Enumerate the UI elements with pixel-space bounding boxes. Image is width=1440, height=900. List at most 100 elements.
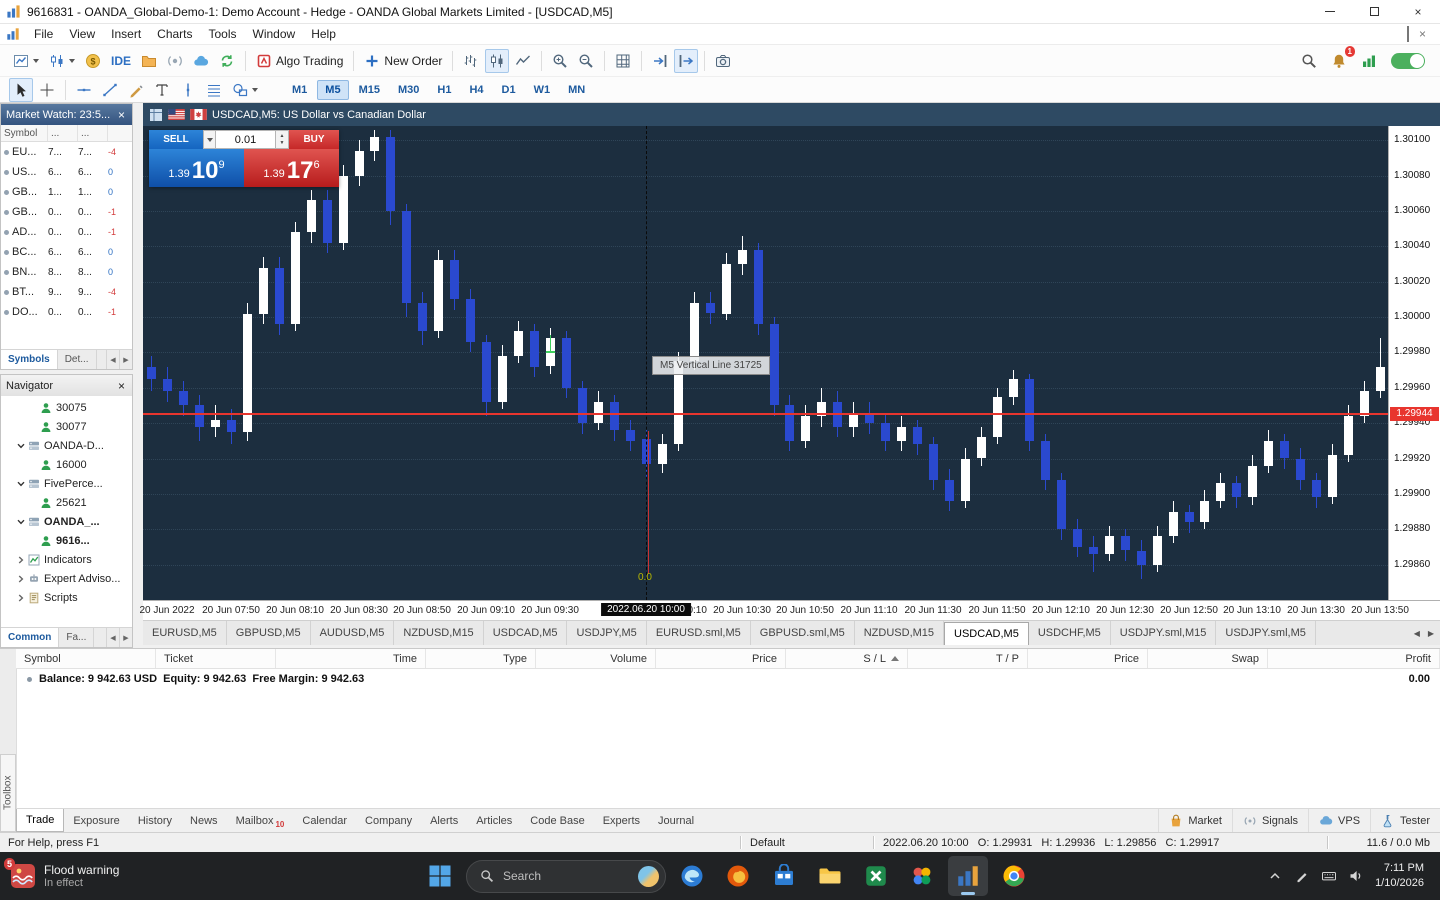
buy-button[interactable]: BUY <box>289 130 339 149</box>
price-scale[interactable]: 1.30100 1.30080 1.30060 1.30040 1.30020 1.300… <box>1388 126 1440 600</box>
chevron-down-icon[interactable] <box>16 441 27 451</box>
toolbox-side-label[interactable]: Toolbox <box>0 754 16 832</box>
timeframe-m15[interactable]: M15 <box>351 80 388 100</box>
timeframe-h1[interactable]: H1 <box>429 80 459 100</box>
zoom-in-button[interactable] <box>548 49 572 73</box>
navigator-item-indicators[interactable]: Indicators <box>1 550 132 569</box>
crosshair-button[interactable] <box>35 78 59 102</box>
chart-tab-usdcad-m5[interactable]: USDCAD,M5 <box>484 621 568 645</box>
chart-tab-usdchf-m5[interactable]: USDCHF,M5 <box>1029 621 1111 645</box>
bell-button[interactable]: 1 <box>1327 45 1355 73</box>
navigator-item-oanda[interactable]: OANDA_... <box>1 512 132 531</box>
market-watch-row-AD[interactable]: AD... 0... 0... -1 <box>1 222 132 242</box>
navigator-item-scripts[interactable]: Scripts <box>1 588 132 607</box>
tab-scroll-left-icon[interactable]: ◀ <box>106 628 119 647</box>
timeframe-mn[interactable]: MN <box>560 80 593 100</box>
navigator-item-oandad[interactable]: OANDA-D... <box>1 436 132 455</box>
menu-tools[interactable]: Tools <box>201 26 245 42</box>
menu-file[interactable]: File <box>26 26 61 42</box>
child-restore-button[interactable] <box>1406 26 1409 42</box>
column-header-price[interactable]: Price <box>1028 649 1148 668</box>
chart-tab-gbpusd-m5[interactable]: GBPUSD,M5 <box>227 621 311 645</box>
chart-tab-eurusd-m5[interactable]: EURUSD,M5 <box>143 621 227 645</box>
sell-button[interactable]: SELL <box>149 130 203 149</box>
line-chart-button[interactable] <box>511 49 535 73</box>
start-button[interactable] <box>420 856 460 896</box>
chart-tab-nzdusd-m15[interactable]: NZDUSD,M15 <box>394 621 484 645</box>
chevron-down-icon[interactable] <box>16 479 27 489</box>
column-header-type[interactable]: Type <box>426 649 536 668</box>
text-tool-button[interactable] <box>150 78 174 102</box>
pen-icon[interactable] <box>1294 868 1310 884</box>
chart-list-button[interactable] <box>9 49 43 73</box>
close-button[interactable]: × <box>1396 0 1440 23</box>
toolbox-tab-news[interactable]: News <box>181 809 227 832</box>
chart-tab-eurusd-sml-m5[interactable]: EURUSD.sml,M5 <box>647 621 751 645</box>
market-watch-tab-det[interactable]: Det... <box>58 350 97 369</box>
menu-charts[interactable]: Charts <box>149 26 200 42</box>
green-chart-button[interactable] <box>1357 49 1381 73</box>
navigator-item-30075[interactable]: 30075 <box>1 398 132 417</box>
signals-button[interactable]: Signals <box>1231 809 1308 832</box>
toolbox-tab-mailbox[interactable]: Mailbox 10 <box>227 809 294 832</box>
toolbox-tab-calendar[interactable]: Calendar <box>293 809 356 832</box>
column-header-time[interactable]: Time <box>276 649 426 668</box>
chart-tab-gbpusd-sml-m5[interactable]: GBPUSD.sml,M5 <box>751 621 855 645</box>
tab-scroll-left-icon[interactable]: ◀ <box>106 350 119 369</box>
navigator-tab-common[interactable]: Common <box>1 628 60 647</box>
time-scale[interactable]: 20 Jun 2022 20 Jun 07:50 20 Jun 08:10 20 Ju… <box>139 600 1440 620</box>
trendline-tool-button[interactable] <box>98 78 122 102</box>
toolbox-tab-exposure[interactable]: Exposure <box>64 809 128 832</box>
market-watch-column-header[interactable]: ... <box>48 125 78 141</box>
camera-button[interactable] <box>711 49 735 73</box>
toolbox-tab-experts[interactable]: Experts <box>594 809 649 832</box>
navigator-item-9616[interactable]: 9616... <box>1 531 132 550</box>
cloud-button[interactable] <box>189 49 213 73</box>
auto-scroll-button[interactable] <box>648 49 672 73</box>
chart-shift-button[interactable] <box>674 48 699 73</box>
chart-plot[interactable]: SELL 0.01 ▲ ▼ BUY 1.39 10 9 1.39 17 6 M5… <box>143 126 1388 600</box>
chrome-taskbar-icon[interactable] <box>994 856 1034 896</box>
child-close-button[interactable]: × <box>1419 27 1426 41</box>
sell-price[interactable]: 1.39 10 9 <box>149 149 244 187</box>
timeframe-w1[interactable]: W1 <box>526 80 559 100</box>
menu-window[interactable]: Window <box>245 26 304 42</box>
chevron-right-icon[interactable] <box>16 574 27 584</box>
tester-button[interactable]: Tester <box>1370 809 1440 832</box>
ide-button[interactable]: IDE <box>107 49 135 73</box>
navigator-item-fiveperce[interactable]: FivePerce... <box>1 474 132 493</box>
dollar-button[interactable]: $ <box>81 49 105 73</box>
new-order-button[interactable]: New Order <box>360 49 446 73</box>
tab-scroll-right-icon[interactable]: ▶ <box>119 350 132 369</box>
volume-input[interactable]: 0.01 <box>216 130 276 149</box>
search-button[interactable] <box>1297 49 1321 73</box>
search-highlight-image[interactable] <box>638 865 659 887</box>
chart-tab-usdjpy-sml-m15[interactable]: USDJPY.sml,M15 <box>1111 621 1217 645</box>
column-header-swap[interactable]: Swap <box>1148 649 1268 668</box>
tab-scroll-right-icon[interactable]: ▶ <box>119 628 132 647</box>
chart-tab-usdjpy-sml-m5[interactable]: USDJPY.sml,M5 <box>1216 621 1316 645</box>
maximize-button[interactable] <box>1352 0 1396 23</box>
excel-taskbar-icon[interactable] <box>856 856 896 896</box>
navigator-item-expertadviso[interactable]: Expert Adviso... <box>1 569 132 588</box>
cursor-button[interactable] <box>9 77 33 102</box>
menu-view[interactable]: View <box>61 26 103 42</box>
chevron-right-icon[interactable] <box>16 555 27 565</box>
toolbox-tab-journal[interactable]: Journal <box>649 809 703 832</box>
taskbar-clock[interactable]: 7:11 PM 1/10/2026 <box>1375 861 1424 892</box>
hline-tool-button[interactable] <box>72 78 96 102</box>
profile-selector[interactable]: Default <box>741 837 873 849</box>
zoom-out-button[interactable] <box>574 49 598 73</box>
depth-button[interactable] <box>163 49 187 73</box>
timeframe-m5[interactable]: M5 <box>317 79 349 100</box>
chart-tab-nzdusd-m15[interactable]: NZDUSD,M15 <box>855 621 945 645</box>
market-watch-tab-symbols[interactable]: Symbols <box>1 350 58 369</box>
market-watch-column-header[interactable]: Symbol <box>1 125 48 141</box>
volume-dropdown-button[interactable] <box>203 130 216 149</box>
pencil-tool-button[interactable] <box>124 78 148 102</box>
navigator-item-30077[interactable]: 30077 <box>1 417 132 436</box>
navigator-item-16000[interactable]: 16000 <box>1 455 132 474</box>
column-header-sl[interactable]: S / L <box>786 649 908 668</box>
algo-trading-button[interactable]: Algo Trading <box>252 49 347 73</box>
market-watch-row-GB[interactable]: GB... 0... 0... -1 <box>1 202 132 222</box>
